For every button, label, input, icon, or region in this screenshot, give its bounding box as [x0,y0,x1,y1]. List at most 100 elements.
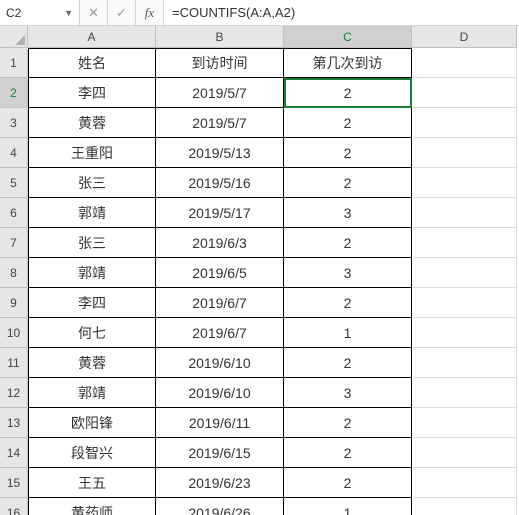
cell[interactable] [412,108,517,138]
cell[interactable] [412,48,517,78]
row-header-15[interactable]: 15 [0,468,28,498]
cell[interactable]: 2 [284,438,412,468]
cell[interactable]: 2 [284,168,412,198]
select-all-button[interactable] [0,26,28,48]
cell[interactable]: 黄药师 [28,498,156,515]
cancel-icon: ✕ [88,5,99,21]
cell[interactable]: 段智兴 [28,438,156,468]
cell[interactable]: 王五 [28,468,156,498]
cell[interactable]: 黄蓉 [28,108,156,138]
cell[interactable] [412,228,517,258]
cell[interactable]: 郭靖 [28,198,156,228]
cell[interactable] [412,258,517,288]
fx-button[interactable]: fx [136,0,164,25]
cell[interactable]: 2019/6/10 [156,378,284,408]
row-header-4[interactable]: 4 [0,138,28,168]
cell[interactable] [412,78,517,108]
formula-input[interactable]: =COUNTIFS(A:A,A2) [164,0,519,25]
cell[interactable]: 2019/6/23 [156,468,284,498]
row-header-5[interactable]: 5 [0,168,28,198]
cell[interactable]: 黄蓉 [28,348,156,378]
row-header-3[interactable]: 3 [0,108,28,138]
cell[interactable]: 2 [284,228,412,258]
row-header-9[interactable]: 9 [0,288,28,318]
cell[interactable] [412,408,517,438]
cell[interactable]: 2 [284,408,412,438]
cell[interactable]: 姓名 [28,48,156,78]
cell[interactable] [412,318,517,348]
cell[interactable] [412,348,517,378]
cell[interactable]: 2019/5/13 [156,138,284,168]
cell[interactable]: 郭靖 [28,378,156,408]
cell[interactable]: 第几次到访 [284,48,412,78]
row-header-7[interactable]: 7 [0,228,28,258]
cell[interactable]: 欧阳锋 [28,408,156,438]
cell[interactable]: 2019/5/7 [156,108,284,138]
confirm-formula-button[interactable]: ✓ [108,0,136,25]
cell[interactable]: 张三 [28,228,156,258]
cell[interactable]: 何七 [28,318,156,348]
cell[interactable]: 3 [284,198,412,228]
cell[interactable]: 2019/6/10 [156,348,284,378]
row-header-11[interactable]: 11 [0,348,28,378]
row-header-2[interactable]: 2 [0,78,28,108]
cell[interactable]: 张三 [28,168,156,198]
row-header-13[interactable]: 13 [0,408,28,438]
table-row: 郭靖2019/6/53 [28,258,519,288]
cell[interactable]: 郭靖 [28,258,156,288]
row-header-8[interactable]: 8 [0,258,28,288]
cell[interactable]: 李四 [28,288,156,318]
col-header-b[interactable]: B [156,26,284,48]
check-icon: ✓ [116,5,127,21]
cell[interactable]: 2019/5/16 [156,168,284,198]
cell[interactable] [412,288,517,318]
table-row: 王重阳2019/5/132 [28,138,519,168]
cell[interactable]: 1 [284,498,412,515]
cell[interactable]: 2 [284,108,412,138]
cell[interactable] [412,498,517,515]
cell[interactable] [412,198,517,228]
cancel-formula-button[interactable]: ✕ [80,0,108,25]
cell[interactable]: 2019/5/17 [156,198,284,228]
cell[interactable] [412,138,517,168]
cell[interactable]: 1 [284,318,412,348]
cell[interactable]: 2019/6/26 [156,498,284,515]
cell[interactable]: 2019/6/15 [156,438,284,468]
cell[interactable]: 2 [284,288,412,318]
cell[interactable]: 2019/6/7 [156,318,284,348]
cell[interactable]: 2019/6/3 [156,228,284,258]
cell[interactable] [412,468,517,498]
cell[interactable]: 3 [284,378,412,408]
name-box-text: C2 [6,6,64,20]
row-header-10[interactable]: 10 [0,318,28,348]
cell[interactable]: 2019/6/5 [156,258,284,288]
col-header-a[interactable]: A [28,26,156,48]
cell[interactable]: 2019/6/7 [156,288,284,318]
name-box[interactable]: C2 ▼ [0,0,80,25]
row-header-6[interactable]: 6 [0,198,28,228]
table-row: 郭靖2019/6/103 [28,378,519,408]
cell[interactable]: 3 [284,258,412,288]
col-header-d[interactable]: D [412,26,517,48]
row-header-14[interactable]: 14 [0,438,28,468]
cell[interactable]: 2019/5/7 [156,78,284,108]
col-header-c[interactable]: C [284,26,412,48]
cell[interactable]: 到访时间 [156,48,284,78]
cell[interactable] [412,438,517,468]
cell[interactable] [412,378,517,408]
cell[interactable]: 李四 [28,78,156,108]
cell[interactable]: 2019/6/11 [156,408,284,438]
cell[interactable]: 王重阳 [28,138,156,168]
table-row: 段智兴2019/6/152 [28,438,519,468]
row-header-12[interactable]: 12 [0,378,28,408]
row-header-1[interactable]: 1 [0,48,28,78]
chevron-down-icon[interactable]: ▼ [64,8,73,18]
row-header-16[interactable]: 16 [0,498,28,515]
cell[interactable]: 2 [284,468,412,498]
table-row: 欧阳锋2019/6/112 [28,408,519,438]
cell[interactable]: 2 [284,78,412,108]
table-row: 黄蓉2019/5/72 [28,108,519,138]
cell[interactable] [412,168,517,198]
cell[interactable]: 2 [284,138,412,168]
cell[interactable]: 2 [284,348,412,378]
